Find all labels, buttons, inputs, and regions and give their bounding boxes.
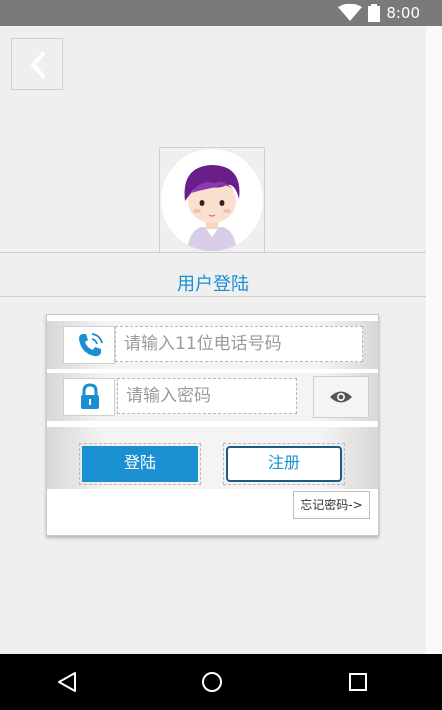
register-button[interactable]: 注册	[226, 446, 342, 482]
back-arrow-icon	[31, 52, 45, 78]
login-screen: 用户登陆 请输入11位电话号码 请输入密码 登陆 注册 忘记密码->	[0, 26, 426, 654]
status-bar: 8:00	[0, 0, 442, 26]
lock-icon	[81, 383, 99, 409]
forgot-password-button[interactable]: 忘记密码->	[293, 491, 370, 519]
nav-recents-icon[interactable]	[348, 672, 368, 692]
login-panel: 请输入11位电话号码 请输入密码 登陆 注册 忘记密码->	[46, 314, 379, 536]
divider-bottom	[0, 296, 426, 297]
button-row: 登陆 注册	[47, 427, 378, 489]
back-button[interactable]	[11, 38, 63, 90]
phone-input[interactable]: 请输入11位电话号码	[115, 326, 363, 362]
battery-icon	[368, 4, 380, 22]
register-button-frame: 注册	[223, 443, 345, 485]
phone-icon-box	[63, 326, 115, 364]
login-button-frame: 登陆	[79, 443, 201, 485]
login-button[interactable]: 登陆	[82, 446, 198, 482]
wifi-icon	[338, 4, 362, 21]
nav-back-icon[interactable]	[57, 671, 77, 693]
status-time: 8:00	[386, 4, 420, 22]
avatar-image	[161, 149, 263, 251]
nav-home-icon[interactable]	[201, 671, 223, 693]
avatar[interactable]	[159, 147, 265, 253]
phone-icon	[79, 333, 103, 357]
lock-icon-box	[63, 378, 115, 416]
right-edge	[426, 26, 442, 654]
navigation-bar	[0, 654, 442, 710]
page-title: 用户登陆	[177, 274, 249, 295]
password-row: 请输入密码	[47, 373, 378, 421]
phone-row: 请输入11位电话号码	[47, 321, 378, 369]
toggle-password-visibility-button[interactable]	[313, 376, 369, 418]
eye-icon	[330, 391, 352, 403]
password-input[interactable]: 请输入密码	[117, 378, 297, 414]
divider-top	[0, 252, 426, 253]
